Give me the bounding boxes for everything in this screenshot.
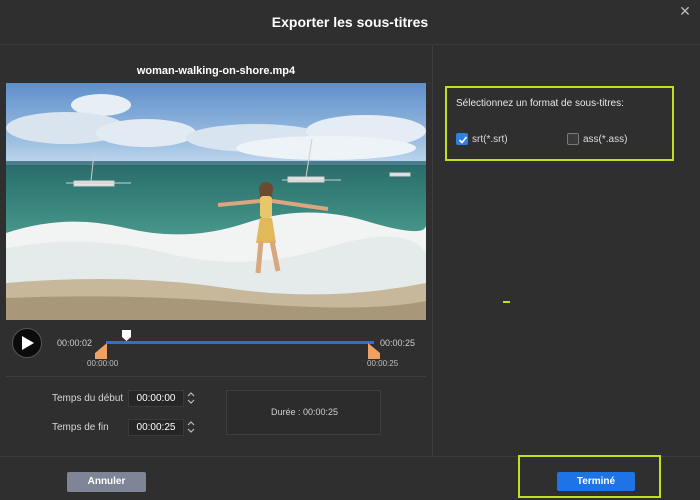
- trim-end-handle[interactable]: [368, 343, 380, 359]
- play-icon: [22, 336, 34, 350]
- end-time-stepper-icon[interactable]: [187, 421, 195, 433]
- ass-checkbox[interactable]: [567, 133, 579, 145]
- video-filename: woman-walking-on-shore.mp4: [136, 65, 296, 77]
- video-frame: [6, 83, 426, 320]
- current-time: 00:00:02: [57, 338, 93, 348]
- end-time-input[interactable]: 00:00:25: [128, 419, 184, 436]
- duration-box: Durée : 00:00:25: [226, 390, 381, 435]
- range-end-time: 00:00:25: [367, 359, 399, 368]
- check-icon: [458, 136, 468, 144]
- timeline-track[interactable]: [106, 341, 374, 344]
- format-label: Sélectionnez un format de sous-titres:: [456, 98, 624, 109]
- range-start-time: 00:00:00: [87, 359, 119, 368]
- format-panel: Sélectionnez un format de sous-titres: s…: [445, 86, 674, 161]
- playhead-icon[interactable]: [122, 330, 131, 341]
- section-divider: [6, 376, 426, 377]
- play-button[interactable]: [12, 328, 42, 358]
- trim-start-handle[interactable]: [95, 343, 107, 359]
- total-time: 00:00:25: [380, 338, 416, 348]
- start-time-label: Temps du début: [52, 393, 124, 404]
- start-time-input[interactable]: 00:00:00: [128, 390, 184, 407]
- done-button[interactable]: Terminé: [557, 472, 635, 491]
- highlight-marker: [503, 301, 510, 303]
- dialog-title: Exporter les sous-titres: [271, 14, 429, 30]
- end-time-label: Temps de fin: [52, 422, 109, 433]
- srt-checkbox[interactable]: [456, 133, 468, 145]
- dialog-header: Exporter les sous-titres ✕: [0, 0, 700, 45]
- cancel-button[interactable]: Annuler: [67, 472, 146, 492]
- start-time-stepper-icon[interactable]: [187, 392, 195, 404]
- ass-option-label[interactable]: ass(*.ass): [583, 134, 627, 145]
- video-preview: [6, 83, 426, 320]
- srt-option-label[interactable]: srt(*.srt): [472, 134, 508, 145]
- close-icon[interactable]: ✕: [678, 4, 692, 18]
- panel-divider: [432, 46, 433, 456]
- duration-text: Durée : 00:00:25: [270, 407, 339, 417]
